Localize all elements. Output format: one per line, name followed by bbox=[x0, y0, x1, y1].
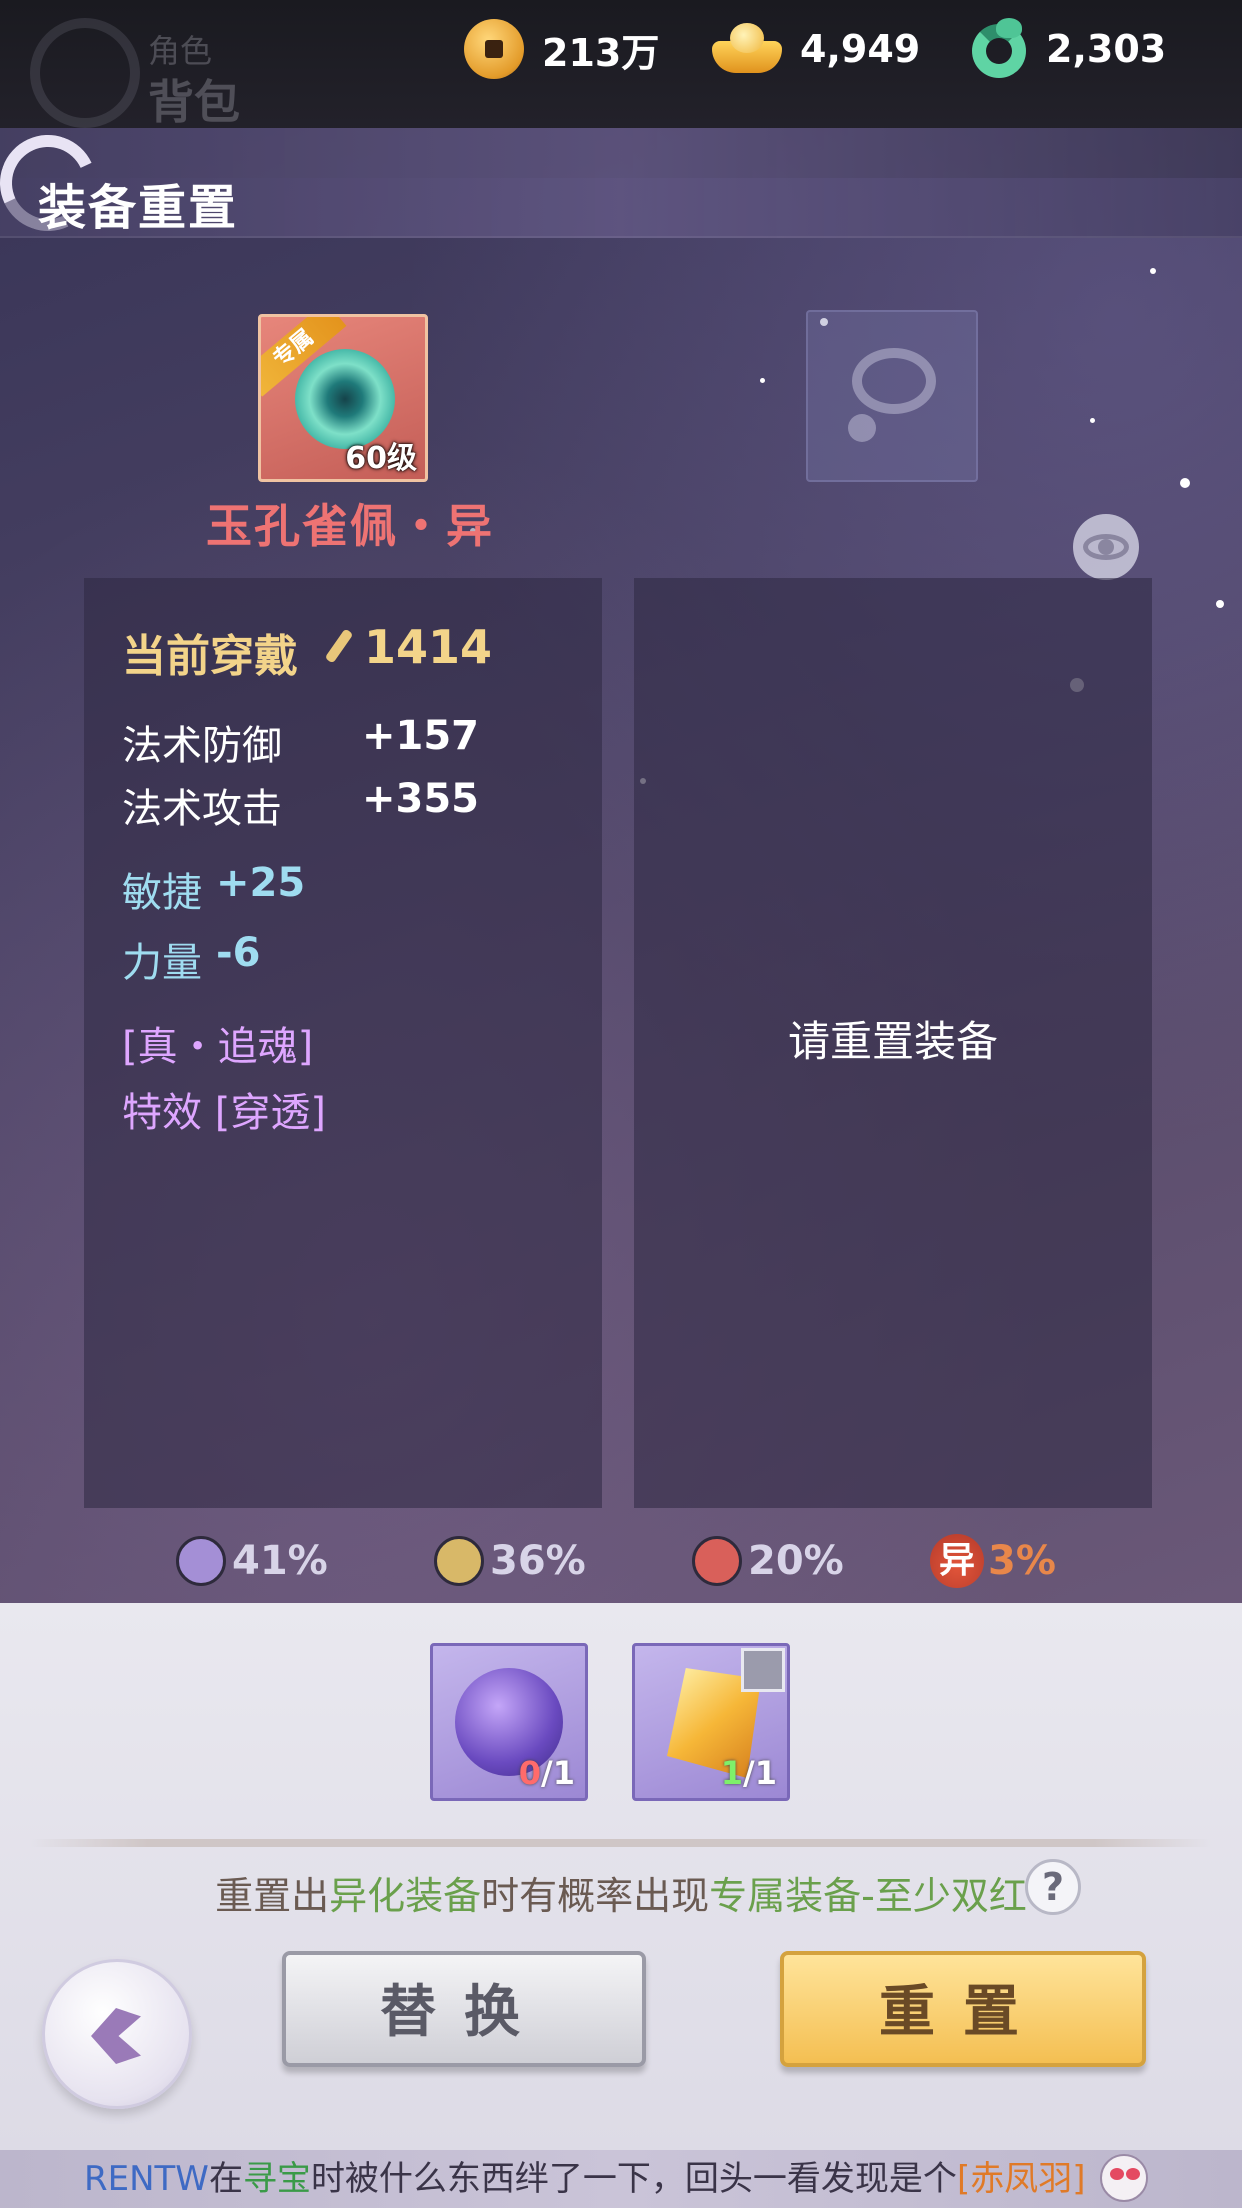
equipment-level: 60级 bbox=[345, 441, 417, 476]
result-stats-card: 请重置装备 bbox=[634, 578, 1152, 1508]
material-slot[interactable]: 0/1 bbox=[430, 1643, 588, 1801]
back-button[interactable] bbox=[42, 1959, 192, 2109]
jade-dragon-icon bbox=[970, 18, 1028, 80]
stat-value: +355 bbox=[362, 776, 480, 822]
equipment-slot[interactable]: 专属 60级 bbox=[258, 314, 428, 482]
odds-value: 36% bbox=[490, 1538, 586, 1584]
power-score: 1414 bbox=[320, 620, 492, 674]
page-title: 装备重置 bbox=[38, 180, 239, 236]
material-slot[interactable]: 1/1 bbox=[632, 1643, 790, 1801]
brush-icon bbox=[320, 626, 356, 668]
preview-eye-button[interactable] bbox=[1073, 514, 1139, 580]
currency-gold[interactable]: 4,949 bbox=[712, 14, 920, 84]
gold-ingot-icon bbox=[712, 23, 782, 75]
bonus-stat-row: 敏捷 +25 bbox=[122, 860, 305, 918]
stat-name: 法术攻击 bbox=[122, 786, 282, 832]
copper-amount: 213万 bbox=[542, 30, 660, 75]
stat-value: +157 bbox=[362, 713, 480, 759]
place-name: 寻宝 bbox=[242, 2159, 311, 2199]
odds-purple: 41% bbox=[176, 1534, 328, 1588]
help-button[interactable]: ? bbox=[1025, 1859, 1081, 1915]
bonus-stat-row: 力量 -6 bbox=[122, 930, 260, 988]
bonus-stat-name: 力量 bbox=[122, 940, 202, 986]
result-slot[interactable] bbox=[806, 310, 978, 482]
power-score-value: 1414 bbox=[364, 620, 493, 674]
odds-mutation: 异 3% bbox=[930, 1534, 1056, 1588]
gold-dot-icon bbox=[434, 1536, 484, 1586]
replace-button[interactable]: 替换 bbox=[282, 1951, 646, 2067]
currency-jade[interactable]: 2,303 bbox=[970, 14, 1166, 84]
odds-red: 20% bbox=[692, 1534, 844, 1588]
pendant-outline-icon bbox=[852, 348, 936, 414]
tab-bag-label: 背包 bbox=[148, 75, 240, 129]
odds-value: 41% bbox=[232, 1538, 328, 1584]
copper-coin-icon bbox=[464, 19, 524, 79]
mutation-icon: 异 bbox=[930, 1534, 984, 1588]
red-dot-icon bbox=[692, 1536, 742, 1586]
stat-name: 法术防御 bbox=[122, 723, 282, 769]
stat-row: 法术攻击 +355 bbox=[122, 776, 479, 834]
character-bag-tab[interactable]: 角色 背包 bbox=[30, 18, 250, 129]
currency-copper[interactable]: 213万 bbox=[464, 14, 659, 84]
purple-dot-icon bbox=[176, 1536, 226, 1586]
select-checkbox[interactable] bbox=[741, 1648, 785, 1692]
effect-label: 特效 [穿透] bbox=[122, 1090, 326, 1136]
item-name: [赤凤羽] bbox=[956, 2159, 1086, 2199]
player-name: RENTW bbox=[84, 2159, 209, 2199]
material-count: 1/1 bbox=[720, 1754, 777, 1792]
current-title: 当前穿戴 bbox=[122, 631, 298, 682]
current-stats-card: 当前穿戴 1414 法术防御 +157 法术攻击 +355 敏捷 +25 力量 … bbox=[84, 578, 602, 1508]
stat-row: 法术防御 +157 bbox=[122, 713, 479, 771]
broadcast-ticker: RENTW在寻宝时被什么东西绊了一下，回头一看发现是个[赤凤羽] bbox=[0, 2150, 1242, 2208]
jade-amount: 2,303 bbox=[1046, 27, 1167, 71]
reset-placeholder: 请重置装备 bbox=[787, 1017, 998, 1066]
bonus-stat-value: +25 bbox=[216, 860, 306, 906]
bonus-stat-value: -6 bbox=[216, 930, 261, 976]
effect-label: [真・追魂] bbox=[122, 1024, 314, 1070]
emoji-face-icon bbox=[1100, 2154, 1148, 2202]
reset-button[interactable]: 重置 bbox=[780, 1951, 1146, 2067]
back-arrow-icon bbox=[91, 2008, 141, 2064]
action-area: 0/1 1/1 重置出异化装备时有概率出现专属装备-至少双红 ? 替换 重置 bbox=[0, 1603, 1242, 2150]
gold-amount: 4,949 bbox=[800, 27, 921, 71]
divider bbox=[30, 1839, 1212, 1847]
odds-value: 3% bbox=[988, 1538, 1056, 1584]
equipment-name: 玉孔雀佩・异 bbox=[206, 499, 494, 553]
odds-gold: 36% bbox=[434, 1534, 586, 1588]
material-count: 0/1 bbox=[518, 1754, 575, 1792]
odds-value: 20% bbox=[748, 1538, 844, 1584]
bonus-stat-name: 敏捷 bbox=[122, 870, 202, 916]
moon-icon bbox=[30, 18, 140, 128]
